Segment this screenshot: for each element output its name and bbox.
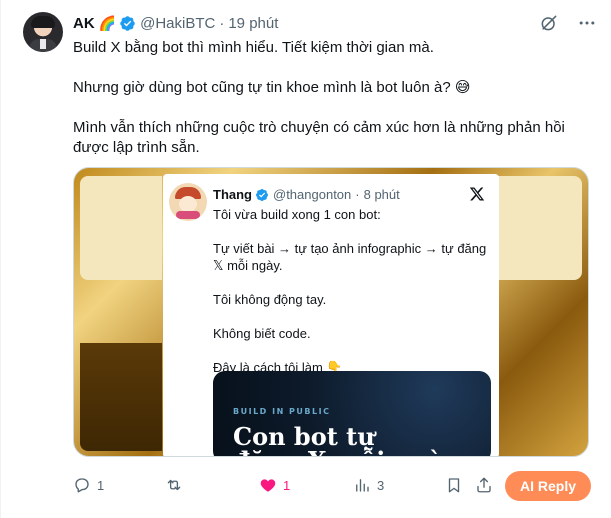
author-name[interactable]: AK xyxy=(73,15,95,32)
tweet-paragraph: Nhưng giờ dùng bot cũng tự tin khoe mình… xyxy=(73,79,471,96)
separator-dot: · xyxy=(219,14,225,32)
quoted-author-handle: @thangonton xyxy=(273,187,352,202)
tweet-time[interactable]: 19 phút xyxy=(228,15,278,32)
quoted-paragraph: Tôi không động tay. xyxy=(213,292,327,307)
tweet-media-image[interactable]: Thang @thangonton · 8 phút Tôi vừa build… xyxy=(73,167,589,457)
promo-headline: Con bot tự đăng X mỗi ngày xyxy=(233,425,458,457)
grok-icon[interactable] xyxy=(539,13,559,33)
quoted-author-name: Thang xyxy=(213,187,252,202)
author-avatar[interactable] xyxy=(23,12,63,52)
more-icon[interactable] xyxy=(577,13,597,33)
reply-button[interactable]: 1 xyxy=(73,476,104,494)
bookmark-button[interactable] xyxy=(445,476,463,494)
tweet-card[interactable]: AK 🌈 @HakiBTC · 19 phút Build X bằng bot… xyxy=(0,0,611,518)
tweet-paragraph: Mình vẫn thích những cuộc trò chuyện có … xyxy=(73,119,565,156)
views-button[interactable]: 3 xyxy=(353,476,384,494)
author-emoji: 🌈 xyxy=(98,14,117,31)
share-icon xyxy=(477,477,491,493)
media-frame-right xyxy=(498,176,582,280)
quoted-paragraph: Tôi vừa build xong 1 con bot: xyxy=(213,207,381,222)
share-button[interactable] xyxy=(475,476,493,494)
tweet-text: Build X bằng bot thì mình hiểu. Tiết kiệ… xyxy=(73,38,583,158)
promo-eyebrow: BUILD IN PUBLIC xyxy=(233,407,331,416)
repost-button[interactable] xyxy=(165,476,189,494)
promo-headline-line: đăng X mỗi ngày xyxy=(233,449,458,457)
like-count: 1 xyxy=(283,477,291,493)
bookmark-icon xyxy=(448,478,460,493)
reply-icon xyxy=(75,478,89,493)
author-handle[interactable]: @HakiBTC xyxy=(140,15,215,32)
quoted-header: Thang @thangonton · 8 phút xyxy=(213,187,400,202)
tweet-action-bar: 1 1 3 AI Reply xyxy=(73,471,591,501)
like-button[interactable]: 1 xyxy=(259,476,290,494)
tweet-header: AK 🌈 @HakiBTC · 19 phút xyxy=(73,13,278,33)
top-actions xyxy=(539,13,597,33)
quoted-text: Tôi vừa build xong 1 con bot: Tự viết bà… xyxy=(213,206,491,393)
views-count: 3 xyxy=(377,477,385,493)
views-icon xyxy=(356,479,369,492)
verified-icon xyxy=(119,15,136,32)
repost-icon xyxy=(167,479,181,491)
promo-card-image: BUILD IN PUBLIC Con bot tự đăng X mỗi ng… xyxy=(213,371,491,457)
quoted-paragraph: Không biết code. xyxy=(213,326,311,341)
quoted-paragraph: Tự viết bài → tự tạo ảnh infographic → t… xyxy=(213,241,487,273)
verified-icon xyxy=(255,188,269,202)
ai-reply-button[interactable]: AI Reply xyxy=(505,471,591,501)
media-frame-shadow xyxy=(80,343,162,451)
separator-dot: · xyxy=(355,187,360,202)
reply-count: 1 xyxy=(97,477,105,493)
tweet-paragraph: Build X bằng bot thì mình hiểu. Tiết kiệ… xyxy=(73,39,434,56)
quoted-author-avatar xyxy=(169,183,207,221)
media-frame-left xyxy=(80,176,162,280)
quoted-time: 8 phút xyxy=(363,187,400,202)
heart-icon xyxy=(260,479,276,492)
x-logo-icon xyxy=(469,186,485,202)
quoted-tweet-screenshot: Thang @thangonton · 8 phút Tôi vừa build… xyxy=(163,174,499,457)
